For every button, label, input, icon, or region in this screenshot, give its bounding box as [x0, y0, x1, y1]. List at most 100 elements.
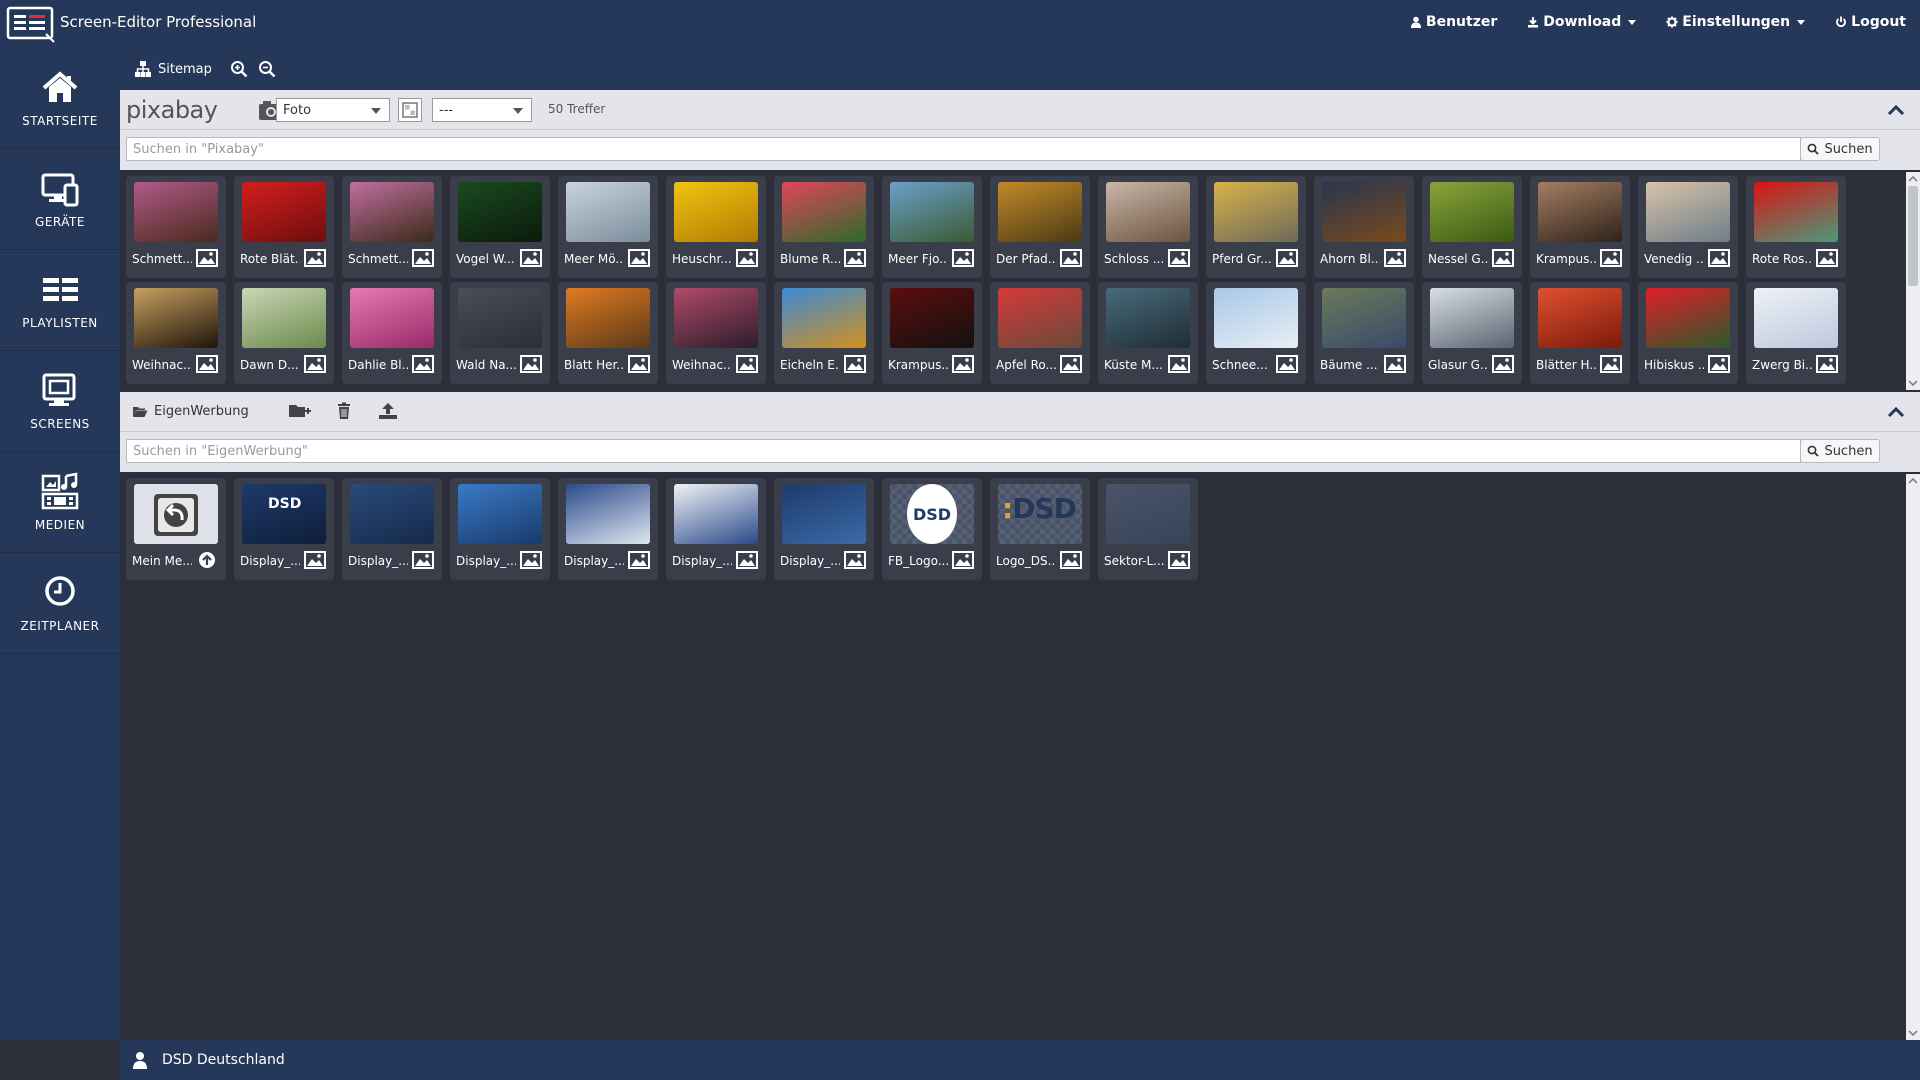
scroll-up-arrow[interactable] [1908, 174, 1918, 184]
pixabay-image-tile[interactable]: Krampus... [1530, 176, 1630, 278]
sidebar-item-medien[interactable]: MEDIEN [0, 452, 120, 553]
image-icon [520, 355, 542, 373]
home-icon [42, 71, 78, 102]
media-tile[interactable]: DSD Display_... [234, 478, 334, 580]
image-icon [1060, 249, 1082, 267]
media-tile[interactable]: Display_... [774, 478, 874, 580]
zoom-in-button[interactable] [230, 60, 248, 78]
pixabay-image-tile[interactable]: Krampus... [882, 282, 982, 384]
chevron-up-icon[interactable] [1886, 100, 1906, 120]
pixabay-image-tile[interactable]: Meer Mö... [558, 176, 658, 278]
folder-title[interactable]: EigenWerbung [132, 404, 249, 419]
media-tile[interactable]: Display_... [450, 478, 550, 580]
sidebar-item-zeitplaner[interactable]: ZEITPLANER [0, 553, 120, 654]
thumbnail [1214, 182, 1298, 242]
app-logo[interactable] [6, 6, 56, 44]
filter-select[interactable]: --- [432, 98, 532, 122]
image-icon [1060, 551, 1082, 569]
logout-label: Logout [1851, 14, 1906, 30]
pixabay-results-grid: Schmett... Rote Blät... Schmett... Vogel W.… [120, 172, 1906, 390]
pixabay-image-tile[interactable]: Glasur G... [1422, 282, 1522, 384]
pixabay-search-input[interactable] [126, 137, 1801, 161]
pixabay-image-tile[interactable]: Nessel G... [1422, 176, 1522, 278]
scroll-thumb[interactable] [1908, 186, 1918, 286]
pixabay-image-tile[interactable]: Küste M... [1098, 282, 1198, 384]
media-type-select[interactable]: Foto [276, 98, 390, 122]
pixabay-image-tile[interactable]: Schmett... [126, 176, 226, 278]
pixabay-image-tile[interactable]: Blume R... [774, 176, 874, 278]
pixabay-image-tile[interactable]: Rote Ros... [1746, 176, 1846, 278]
grid-view-toggle[interactable] [398, 98, 422, 122]
trash-icon[interactable] [332, 402, 356, 420]
settings-menu[interactable]: Einstellungen [1666, 14, 1806, 30]
pixabay-image-tile[interactable]: Eicheln E... [774, 282, 874, 384]
pixabay-image-tile[interactable]: Dahlie Bl... [342, 282, 442, 384]
media-tile[interactable]: DSD FB_Logo... [882, 478, 982, 580]
image-icon [736, 551, 758, 569]
scroll-down-arrow[interactable] [1908, 1028, 1918, 1038]
pixabay-image-tile[interactable]: Venedig ... [1638, 176, 1738, 278]
media-tile[interactable]: :DSD Logo_DS... [990, 478, 1090, 580]
pixabay-panel-header: pixabay Foto --- 50 Treffer [120, 90, 1920, 130]
pixabay-image-tile[interactable]: Pferd Gr... [1206, 176, 1306, 278]
tile-label: Display_... [240, 554, 300, 568]
pixabay-image-tile[interactable]: Schnee... [1206, 282, 1306, 384]
image-icon [412, 355, 434, 373]
image-icon [1816, 355, 1838, 373]
media-tile[interactable]: Sektor-L... [1098, 478, 1198, 580]
pixabay-image-tile[interactable]: Weihnac... [666, 282, 766, 384]
logout-button[interactable]: Logout [1835, 14, 1906, 30]
download-menu[interactable]: Download [1527, 14, 1637, 30]
chevron-up-icon[interactable] [1886, 402, 1906, 422]
footer: DSD Deutschland [120, 1040, 1920, 1080]
pixabay-search-button[interactable]: Suchen [1800, 137, 1880, 161]
pixabay-image-tile[interactable]: Schloss ... [1098, 176, 1198, 278]
tile-label: Weihnac... [132, 358, 192, 372]
pixabay-image-tile[interactable]: Zwerg Bi... [1746, 282, 1846, 384]
sidebar-item-playlisten[interactable]: PLAYLISTEN [0, 250, 120, 351]
scroll-up-arrow[interactable] [1908, 476, 1918, 486]
pixabay-image-tile[interactable]: Ahorn Bl... [1314, 176, 1414, 278]
image-icon [628, 551, 650, 569]
zoom-out-icon [258, 61, 276, 78]
sidebar-item-label: PLAYLISTEN [22, 316, 98, 330]
media-tile[interactable]: Display_... [666, 478, 766, 580]
pixabay-image-tile[interactable]: Rote Blät... [234, 176, 334, 278]
pixabay-image-tile[interactable]: Meer Fjo... [882, 176, 982, 278]
sitemap-button[interactable]: Sitemap [134, 60, 212, 78]
hit-count: 50 Treffer [548, 102, 606, 116]
folder-search-input[interactable] [126, 439, 1801, 463]
pixabay-image-tile[interactable]: Blätter H... [1530, 282, 1630, 384]
upload-icon[interactable] [376, 402, 400, 420]
media-tile[interactable]: Mein Me... [126, 478, 226, 580]
pixabay-image-tile[interactable]: Dawn D... [234, 282, 334, 384]
pixabay-image-tile[interactable]: Vogel W... [450, 176, 550, 278]
media-tile[interactable]: Display_... [558, 478, 658, 580]
pixabay-image-tile[interactable]: Weihnac... [126, 282, 226, 384]
sidebar-item-startseite[interactable]: STARTSEITE [0, 48, 120, 149]
pixabay-image-tile[interactable]: Heuschr... [666, 176, 766, 278]
pixabay-scrollbar[interactable] [1906, 172, 1920, 390]
tile-label: Display_... [564, 554, 624, 568]
pixabay-image-tile[interactable]: Hibiskus ... [1638, 282, 1738, 384]
image-icon [736, 355, 758, 373]
folder-scrollbar[interactable] [1906, 474, 1920, 1040]
folder-search-button[interactable]: Suchen [1800, 439, 1880, 463]
search-button-label: Suchen [1824, 141, 1873, 157]
user-menu[interactable]: Benutzer [1410, 14, 1497, 30]
pixabay-image-tile[interactable]: Der Pfad... [990, 176, 1090, 278]
zoom-out-button[interactable] [258, 60, 276, 78]
pixabay-image-tile[interactable]: Wald Na... [450, 282, 550, 384]
media-tile[interactable]: Display_... [342, 478, 442, 580]
pixabay-image-tile[interactable]: Apfel Ro... [990, 282, 1090, 384]
pixabay-image-tile[interactable]: Blatt Her... [558, 282, 658, 384]
user-menu-label: Benutzer [1425, 14, 1498, 30]
new-folder-icon[interactable] [288, 402, 312, 420]
thumbnail [674, 484, 758, 544]
sidebar-item-label: STARTSEITE [22, 114, 98, 128]
scroll-down-arrow[interactable] [1908, 378, 1918, 388]
pixabay-image-tile[interactable]: Bäume ... [1314, 282, 1414, 384]
pixabay-image-tile[interactable]: Schmett... [342, 176, 442, 278]
sidebar-item-screens[interactable]: SCREENS [0, 351, 120, 452]
sidebar-item-geraete[interactable]: GERÄTE [0, 149, 120, 250]
